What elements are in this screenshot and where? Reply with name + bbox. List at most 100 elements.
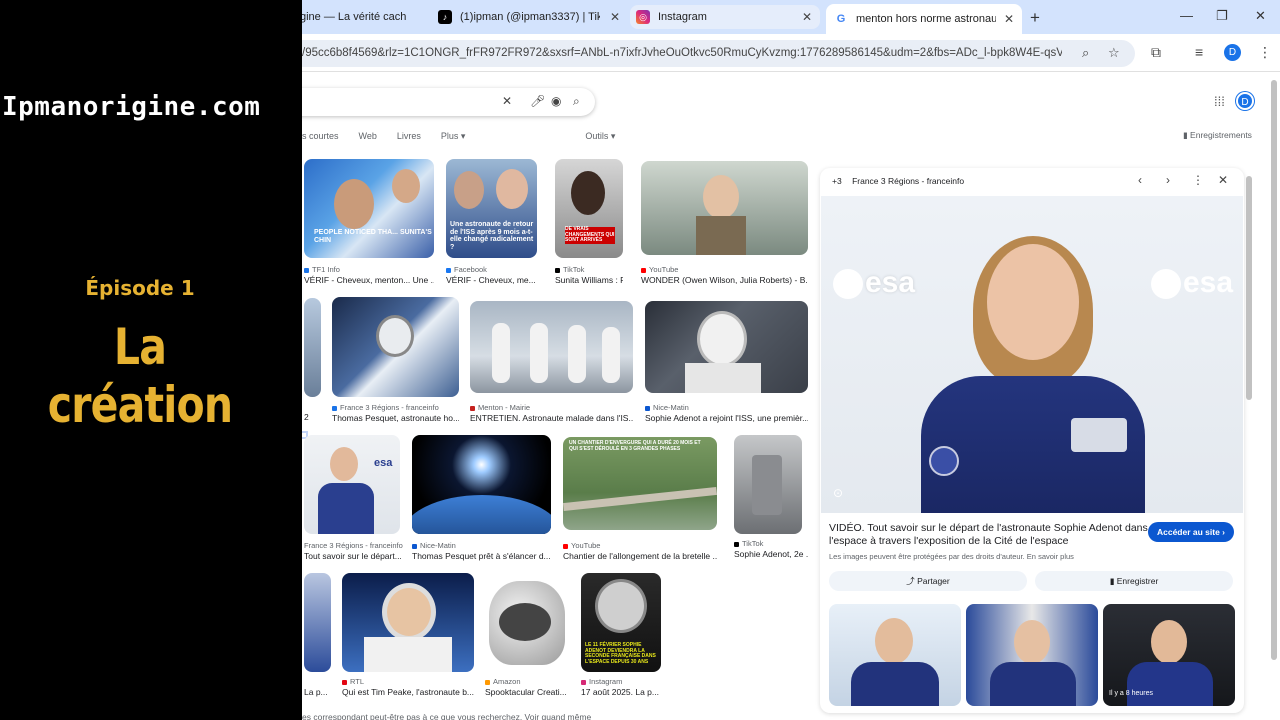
filter-short-videos[interactable]: s courtes [302, 131, 339, 142]
result-image[interactable]: Une astronaute de retour de l'ISS après … [446, 159, 537, 258]
result-source: YouTube [641, 265, 678, 274]
result-source: Facebook [446, 265, 487, 274]
tab-instagram[interactable]: ◎ Instagram ✕ [630, 5, 820, 29]
result-image[interactable]: esa [304, 435, 400, 534]
clear-icon[interactable]: ✕ [502, 94, 512, 108]
previous-icon[interactable]: ‹ [1138, 173, 1142, 187]
result-image[interactable]: LE 11 FÉVRIER SOPHIE ADENOT DEVIENDRA LA… [581, 573, 661, 672]
instagram-icon: ◎ [636, 10, 650, 24]
esa-logo: esa [833, 266, 915, 300]
address-bar[interactable]: /95cc6b8f4569&rlz=1C1ONGR_frFR972FR972&s… [290, 40, 1135, 67]
result-image[interactable] [412, 435, 551, 534]
preview-title[interactable]: VIDÉO. Tout savoir sur le départ de l'as… [829, 522, 1149, 548]
result-source: Nice-Matin [645, 403, 689, 412]
video-overlay-panel: Ipmanorigine.com Épisode 1 La création [0, 0, 302, 720]
hidden-results-note[interactable]: es correspondant peut-être pas à ce que … [302, 712, 591, 720]
close-window-icon[interactable]: ✕ [1255, 8, 1266, 24]
result-image[interactable] [641, 161, 808, 255]
apps-grid-icon[interactable]: ⁞⁞⁞ [1214, 94, 1225, 109]
copyright-note[interactable]: Les images peuvent être protégées par de… [829, 552, 1074, 561]
face-shape [987, 244, 1079, 360]
microphone-icon[interactable]: 🎤︎ [530, 94, 545, 108]
share-button[interactable]: ⤴ Partager [829, 571, 1027, 591]
google-account-avatar[interactable]: D [1236, 92, 1254, 110]
media-control-icon[interactable]: ≡ [1195, 44, 1203, 60]
tab-google-search[interactable]: G menton hors norme astronaute ✕ [826, 4, 1022, 34]
site-watermark: Ipmanorigine.com [2, 92, 261, 122]
close-icon[interactable]: ✕ [1218, 173, 1228, 187]
filter-web[interactable]: Web [359, 131, 377, 142]
esa-logo: esa [374, 457, 393, 469]
person-shape [334, 179, 374, 229]
close-icon[interactable]: ✕ [802, 10, 812, 24]
screen: gine — La vérité cach ♪ (1)ipman (@ipman… [0, 0, 1280, 720]
tab-label: gine — La vérité cach [300, 11, 407, 23]
result-source: RTL [342, 677, 364, 686]
save-button[interactable]: ▮ Enregistrer [1035, 571, 1233, 591]
person-shape [1151, 620, 1187, 664]
minimize-icon[interactable]: — [1180, 8, 1193, 23]
zoom-icon[interactable]: ⌕ [1082, 45, 1089, 61]
search-icon[interactable]: ⌕ [573, 94, 580, 109]
restore-icon[interactable]: ❐ [1216, 8, 1228, 24]
result-source: YouTube [563, 541, 600, 550]
close-icon[interactable]: ✕ [610, 10, 620, 24]
result-image[interactable]: UN CHANTIER D'ENVERGURE QUI A DURÉ 20 MO… [563, 437, 717, 530]
astronaut-face-shape [382, 583, 436, 641]
result-caption: Sophie Adenot, 2e ... [734, 549, 809, 559]
profile-avatar[interactable]: D [1224, 44, 1241, 61]
person-shape [703, 175, 739, 219]
result-image[interactable]: PEOPLE NOTICED THA... SUNITA'S CHIN [304, 159, 434, 258]
related-thumb[interactable] [829, 604, 961, 706]
more-options-icon[interactable]: ⋮ [1192, 173, 1204, 187]
more-sources-count[interactable]: +3 [832, 176, 842, 186]
person-shape [1014, 620, 1050, 664]
filter-books[interactable]: Livres [397, 131, 421, 142]
result-image[interactable] [332, 297, 459, 397]
result-source: Nice-Matin [412, 541, 456, 550]
bookmark-star-icon[interactable]: ☆ [1108, 45, 1120, 61]
result-source: TikTok [555, 265, 584, 274]
result-image[interactable] [304, 573, 331, 672]
close-icon[interactable]: ✕ [1004, 12, 1014, 26]
result-image[interactable] [485, 573, 570, 672]
extensions-icon[interactable]: ⧉ [1151, 44, 1161, 61]
tools-button[interactable]: Outils ▾ [585, 131, 615, 142]
menu-icon[interactable]: ⋮ [1258, 44, 1272, 61]
related-thumb[interactable]: Il y a 8 heures [1103, 604, 1235, 706]
astronaut-suit-shape [685, 363, 761, 393]
new-tab-button[interactable]: + [1030, 8, 1040, 28]
person-shape [696, 216, 746, 255]
tiktok-icon: ♪ [438, 10, 452, 24]
preview-image[interactable]: esa esa ⊙ [821, 196, 1243, 513]
result-source: France 3 Régions - franceinfo [304, 541, 403, 550]
esa-logo: esa [1151, 266, 1233, 300]
astronaut-helmet-shape [376, 315, 414, 357]
result-image[interactable] [470, 301, 633, 393]
result-caption: WONDER (Owen Wilson, Julia Roberts) - B.… [641, 275, 808, 285]
tab-tiktok[interactable]: ♪ (1)ipman (@ipman3337) | TikTo ✕ [438, 5, 628, 29]
result-caption: La p... [304, 687, 328, 697]
result-caption: Sophie Adenot a rejoint l'ISS, une premi… [645, 413, 808, 423]
episode-label: Épisode 1 [85, 276, 195, 300]
result-image[interactable]: DE VRAIS CHANGEMENTS QUI SONT ARRIVÉS [555, 159, 623, 258]
person-shape [392, 169, 420, 203]
save-label: Enregistrer [1116, 576, 1159, 586]
lens-icon[interactable]: ◉ [551, 94, 561, 108]
result-image[interactable] [734, 435, 802, 534]
result-image[interactable] [304, 298, 321, 397]
visit-site-button[interactable]: Accéder au site › [1148, 522, 1234, 542]
related-thumb[interactable] [966, 604, 1098, 706]
tab-ipmanorigine[interactable]: gine — La vérité cach [300, 5, 425, 29]
result-image[interactable] [645, 301, 808, 393]
panel-scrollbar[interactable] [1246, 176, 1252, 400]
panel-source[interactable]: France 3 Régions - franceinfo [852, 176, 964, 186]
filter-more[interactable]: Plus ▾ [441, 131, 466, 142]
result-image[interactable] [342, 573, 474, 672]
next-icon[interactable]: › [1166, 173, 1170, 187]
astronaut-shape [602, 327, 620, 383]
saves-link[interactable]: ▮ Enregistrements [1183, 130, 1252, 141]
blue-suit-shape [851, 662, 939, 706]
page-scrollbar[interactable] [1271, 80, 1277, 660]
lens-search-icon[interactable]: ⊙ [833, 486, 843, 500]
